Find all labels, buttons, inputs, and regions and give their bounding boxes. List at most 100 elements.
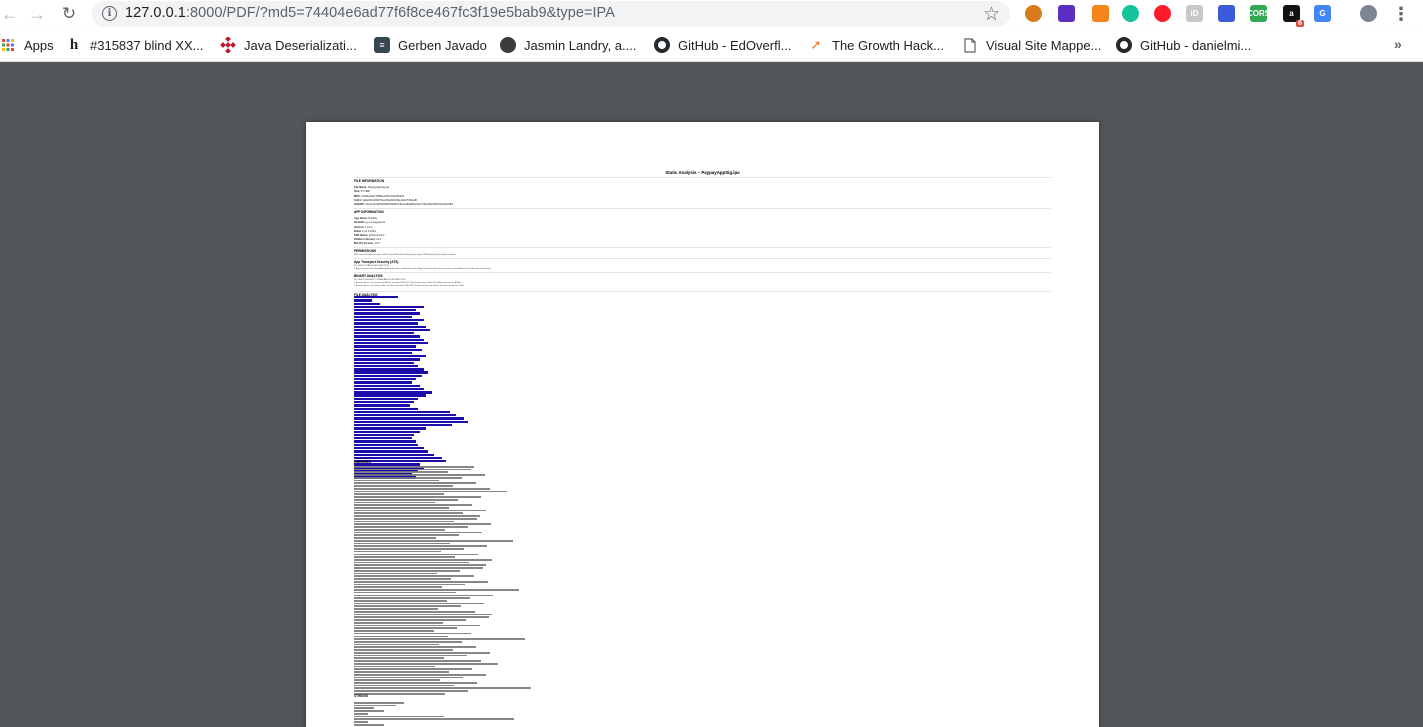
file-link[interactable] <box>354 361 414 364</box>
file-link[interactable] <box>354 453 434 456</box>
file-link[interactable] <box>354 378 416 381</box>
library-line <box>354 583 465 586</box>
file-link[interactable] <box>354 345 416 348</box>
file-link[interactable] <box>354 381 412 384</box>
file-link[interactable] <box>354 355 426 358</box>
avatar-icon <box>500 37 516 53</box>
file-link[interactable] <box>354 423 452 427</box>
bookmark-java-deserialization[interactable]: Java Deserializati... <box>220 36 357 54</box>
file-link[interactable] <box>354 358 420 361</box>
file-link[interactable] <box>354 430 420 433</box>
file-link[interactable] <box>354 348 422 351</box>
file-link[interactable] <box>354 387 424 391</box>
file-link[interactable] <box>354 315 412 319</box>
github-icon <box>1116 37 1132 53</box>
file-link[interactable] <box>354 417 464 420</box>
file-info-row: SHA256: e2b1c4d7a9f3e6b8c0d2a5f7e9b1c3d6… <box>354 203 454 206</box>
file-link[interactable] <box>354 335 420 338</box>
file-link[interactable] <box>354 296 398 299</box>
bookmark-growth-hack[interactable]: ➚ The Growth Hack... <box>808 36 944 54</box>
file-link[interactable] <box>354 420 468 424</box>
file-link[interactable] <box>354 414 456 417</box>
ext-amazon-icon[interactable]: a6 <box>1283 5 1304 27</box>
file-link[interactable] <box>354 456 442 460</box>
site-info-icon[interactable]: i <box>102 6 117 21</box>
bookmark-apps[interactable]: Apps <box>0 36 54 54</box>
file-link[interactable] <box>354 309 416 312</box>
bookmark-visual-site-mapper[interactable]: Visual Site Mappe... <box>962 36 1101 54</box>
bookmark-jasmin-landry[interactable]: Jasmin Landry, a.... <box>500 36 636 54</box>
file-links-list <box>354 296 654 480</box>
file-link[interactable] <box>354 332 414 335</box>
ext-pipette-icon[interactable] <box>1218 5 1235 22</box>
ext-purple-diamond-icon[interactable] <box>1058 5 1075 22</box>
ext-id-icon[interactable]: iD <box>1186 5 1203 22</box>
file-link[interactable] <box>354 351 412 355</box>
file-link[interactable] <box>354 437 412 440</box>
file-link[interactable] <box>354 338 424 341</box>
library-line <box>354 643 439 646</box>
ext-orange-circle-icon[interactable] <box>1025 5 1042 22</box>
app-info-row: App Name: PayPay <box>354 217 378 220</box>
arrow-right-icon[interactable]: → <box>27 4 47 24</box>
library-line <box>354 471 448 474</box>
bookmark-gerben-javado[interactable]: ≡ Gerben Javado <box>374 36 487 54</box>
url-text[interactable]: 127.0.0.1:8000/PDF/?md5=74404e6ad77f6f8c… <box>125 5 615 21</box>
ats-row: NO ISSUE STATUS DESCRIPTION <box>354 265 389 267</box>
file-link[interactable] <box>354 328 430 332</box>
bookmark-github-edoverflow[interactable]: GitHub - EdOverfl... <box>654 36 791 54</box>
bookmark-github-danielmi[interactable]: GitHub - danielmi... <box>1116 36 1251 54</box>
file-link[interactable] <box>354 341 428 345</box>
file-link[interactable] <box>354 368 424 371</box>
file-link[interactable] <box>354 401 414 404</box>
ext-opera-red-icon[interactable] <box>1154 5 1171 22</box>
file-link[interactable] <box>354 302 380 305</box>
file-link[interactable] <box>354 318 424 322</box>
bookmark-hackerone[interactable]: h #315837 blind XX... <box>66 36 204 54</box>
file-link[interactable] <box>354 404 410 407</box>
file-link[interactable] <box>354 397 418 401</box>
file-link[interactable] <box>354 305 424 309</box>
library-line <box>354 515 480 517</box>
ext-metamask-fox-icon[interactable] <box>1092 5 1109 22</box>
star-icon[interactable]: ☆ <box>983 3 1000 26</box>
library-line <box>354 466 474 468</box>
file-link[interactable] <box>354 450 428 453</box>
file-link[interactable] <box>354 394 426 397</box>
ext-google-translate-icon[interactable]: G <box>1314 5 1331 22</box>
library-line <box>354 578 451 580</box>
file-link[interactable] <box>354 325 426 328</box>
library-line <box>354 682 477 684</box>
file-link[interactable] <box>354 312 420 315</box>
file-link[interactable] <box>354 446 424 450</box>
file-link[interactable] <box>354 371 428 374</box>
bookmarks-overflow-button[interactable]: » <box>1394 36 1402 52</box>
bookmark-label: Java Deserializati... <box>244 37 357 53</box>
file-link[interactable] <box>354 391 432 394</box>
address-bar[interactable]: i 127.0.0.1:8000/PDF/?md5=74404e6ad77f6f… <box>92 1 1010 27</box>
file-link[interactable] <box>354 364 418 368</box>
pdf-viewer[interactable]: Static Analysis – PaypayAppSig.ipa FILE … <box>0 62 1423 727</box>
file-link[interactable] <box>354 374 422 378</box>
reload-icon[interactable]: ↻ <box>59 4 79 24</box>
file-link[interactable] <box>354 384 420 387</box>
file-link[interactable] <box>354 407 418 410</box>
profile-avatar[interactable] <box>1360 5 1377 22</box>
libraries-list <box>354 466 654 696</box>
file-link[interactable] <box>354 427 426 430</box>
file-link[interactable] <box>354 322 418 325</box>
ext-cors-icon[interactable]: CORS <box>1247 5 1270 22</box>
library-line <box>354 498 458 501</box>
ext-grammarly-icon[interactable] <box>1122 5 1139 22</box>
menu-dots-icon[interactable]: ⋮ <box>1392 3 1410 25</box>
app-info-row: Platform Version: 12.2 <box>354 238 382 241</box>
ext-badge: 6 <box>1296 20 1304 27</box>
file-link[interactable] <box>354 410 450 414</box>
arrow-left-icon[interactable]: ← <box>0 4 20 24</box>
library-line <box>354 616 489 619</box>
file-link[interactable] <box>354 443 418 446</box>
string-line <box>354 702 404 704</box>
file-link[interactable] <box>354 433 414 437</box>
file-link[interactable] <box>354 299 372 302</box>
file-link[interactable] <box>354 440 416 443</box>
